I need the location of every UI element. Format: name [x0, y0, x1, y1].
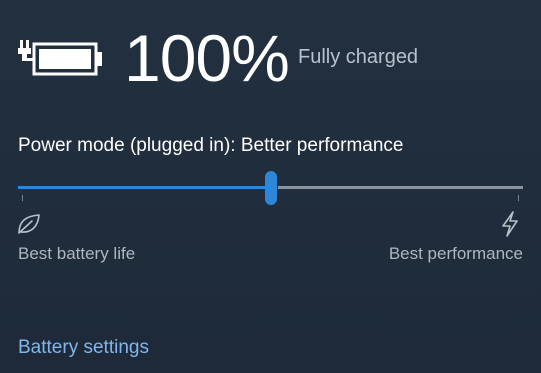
- power-mode-slider[interactable]: [18, 171, 523, 205]
- battery-flyout: 100% Fully charged Power mode (plugged i…: [0, 0, 541, 373]
- battery-status-text: Fully charged: [298, 46, 419, 68]
- power-mode-label: Power mode (plugged in): Better performa…: [18, 135, 404, 156]
- battery-settings-link[interactable]: Battery settings: [18, 336, 149, 360]
- slider-tick-max: [518, 195, 519, 201]
- slider-min-label: Best battery life: [18, 244, 136, 263]
- leaf-icon: [18, 214, 40, 234]
- battery-plugged-icon: [18, 40, 102, 76]
- slider-max-label: Best performance: [388, 244, 523, 263]
- slider-track-filled: [18, 186, 265, 189]
- slider-track-empty: [278, 186, 523, 189]
- slider-tick-min: [22, 195, 23, 201]
- lightning-bolt-icon: [502, 211, 518, 237]
- slider-thumb[interactable]: [265, 171, 277, 205]
- battery-percentage: 100%: [124, 21, 290, 95]
